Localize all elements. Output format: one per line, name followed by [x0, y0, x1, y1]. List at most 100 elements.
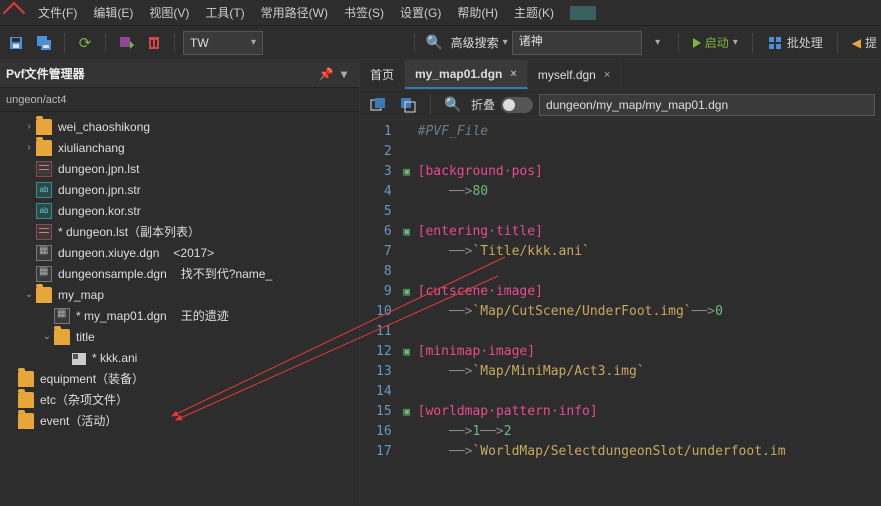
- menu-item[interactable]: 常用路径(W): [253, 0, 336, 25]
- refresh-button[interactable]: ⟳: [73, 31, 97, 55]
- search-icon[interactable]: 🔍: [423, 31, 447, 55]
- tree-node[interactable]: equipment（装备）: [0, 368, 359, 389]
- twisty-icon[interactable]: ⌄: [40, 331, 54, 342]
- code-line[interactable]: ▣[entering·title]: [402, 222, 881, 242]
- code-line[interactable]: [402, 202, 881, 222]
- code-line[interactable]: ▣[minimap·image]: [402, 342, 881, 362]
- file-tree[interactable]: › wei_chaoshikong ›xiulianchangdungeon.jpn…: [0, 112, 359, 506]
- panel-menu-icon[interactable]: ▾: [335, 65, 353, 83]
- code-line[interactable]: ──>`Title/kkk.ani`: [402, 242, 881, 262]
- menu-item[interactable]: 编辑(E): [85, 0, 141, 25]
- tree-node[interactable]: * kkk.ani: [0, 347, 359, 368]
- twisty-icon[interactable]: ›: [22, 121, 36, 132]
- pin-icon[interactable]: 📌: [317, 65, 335, 83]
- tree-node[interactable]: ⌄ my_map: [0, 284, 359, 305]
- code-line[interactable]: ──>`Map/CutScene/UnderFoot.img`──>0: [402, 302, 881, 322]
- batch-button[interactable]: 批处理: [761, 34, 829, 51]
- menu-item[interactable]: 视图(V): [141, 0, 197, 25]
- prompt-button[interactable]: ◀ 提: [846, 34, 877, 51]
- code-line[interactable]: ▣[background·pos]: [402, 162, 881, 182]
- code-line[interactable]: ──>`Map/MiniMap/Act3.img`: [402, 362, 881, 382]
- editor-tab[interactable]: 首页: [360, 60, 405, 89]
- fold-icon[interactable]: ▣: [402, 222, 412, 242]
- editor-area: 首页my_map01.dgn×myself.dgn× 🔍 折叠 dungeon/…: [360, 60, 881, 506]
- tree-node[interactable]: ›xiulianchang: [0, 137, 359, 158]
- folder-icon: [54, 329, 70, 345]
- file-manager-sidebar: Pvf文件管理器 📌 ▾ ungeon/act4 › wei_chaoshikon…: [0, 60, 360, 506]
- tree-node-label: title: [76, 330, 95, 344]
- editor-tool-1[interactable]: [366, 93, 390, 117]
- menu-item[interactable]: 设置(G): [392, 0, 449, 25]
- tree-node-extra: 找不到代?name_: [181, 265, 272, 282]
- tree-node-label: * kkk.ani: [92, 351, 137, 365]
- fold-icon[interactable]: ▣: [402, 162, 412, 182]
- editor-tab[interactable]: my_map01.dgn ×: [405, 60, 528, 89]
- breadcrumb[interactable]: ungeon/act4: [0, 88, 359, 112]
- search-label: 高级搜索: [451, 34, 499, 51]
- batch-icon: [767, 35, 783, 51]
- menu-bar: 文件(F)编辑(E)视图(V)工具(T)常用路径(W)书签(S)设置(G)帮助(…: [0, 0, 881, 26]
- code-line[interactable]: ──>`WorldMap/SelectdungeonSlot/underfoot…: [402, 442, 881, 462]
- fold-icon[interactable]: ▣: [402, 282, 412, 302]
- tree-node[interactable]: abdungeon.kor.str: [0, 200, 359, 221]
- search-mode-dropdown-icon[interactable]: ▾: [503, 37, 508, 48]
- tree-node[interactable]: etc（杂项文件）: [0, 389, 359, 410]
- tree-node[interactable]: abdungeon.jpn.str: [0, 179, 359, 200]
- editor-tab[interactable]: myself.dgn×: [528, 60, 621, 89]
- export-button[interactable]: [114, 31, 138, 55]
- code-line[interactable]: ──>1──>2: [402, 422, 881, 442]
- search-input[interactable]: 诸神: [512, 31, 642, 55]
- folder-icon: [18, 413, 34, 429]
- theme-color-swatch[interactable]: [570, 6, 596, 20]
- fold-icon[interactable]: ▣: [402, 402, 412, 422]
- str-icon: ab: [36, 182, 52, 198]
- tree-node-extra: <2017>: [173, 246, 214, 260]
- code-line[interactable]: [402, 322, 881, 342]
- close-tab-icon[interactable]: ×: [510, 68, 516, 80]
- save-all-button[interactable]: [32, 31, 56, 55]
- code-editor[interactable]: 1234567891011121314151617 #PVF_File▣[bac…: [360, 120, 881, 506]
- tree-node-label: my_map: [58, 288, 104, 302]
- fold-icon[interactable]: ▣: [402, 342, 412, 362]
- menu-item[interactable]: 工具(T): [197, 0, 252, 25]
- panel-title: Pvf文件管理器: [6, 65, 85, 82]
- editor-tool-2[interactable]: [396, 93, 420, 117]
- tree-node[interactable]: dungeonsample.dgn找不到代?name_: [0, 263, 359, 284]
- twisty-icon[interactable]: ›: [22, 142, 36, 153]
- delete-button[interactable]: [142, 31, 166, 55]
- menu-item[interactable]: 主题(K): [506, 0, 562, 25]
- tree-node[interactable]: › wei_chaoshikong: [0, 116, 359, 137]
- tree-node-label: dungeon.kor.str: [58, 204, 141, 218]
- tree-node[interactable]: event（活动）: [0, 410, 359, 431]
- tab-label: 首页: [370, 66, 394, 83]
- tab-label: my_map01.dgn: [415, 67, 502, 81]
- file-filter-combo[interactable]: TW: [183, 31, 263, 55]
- menu-item[interactable]: 书签(S): [336, 0, 392, 25]
- path-field[interactable]: dungeon/my_map/my_map01.dgn: [539, 94, 875, 116]
- launch-button[interactable]: 启动 ▾: [687, 31, 744, 55]
- save-button[interactable]: [4, 31, 28, 55]
- list-icon: [36, 161, 52, 177]
- tree-node[interactable]: dungeon.xiuye.dgn<2017>: [0, 242, 359, 263]
- menu-item[interactable]: 文件(F): [30, 0, 85, 25]
- tree-node[interactable]: ⌄ title: [0, 326, 359, 347]
- menu-item[interactable]: 帮助(H): [449, 0, 506, 25]
- tree-node-label: etc（杂项文件）: [40, 391, 128, 408]
- ani-icon: [72, 353, 86, 365]
- code-line[interactable]: [402, 262, 881, 282]
- code-line[interactable]: [402, 382, 881, 402]
- code-line[interactable]: [402, 142, 881, 162]
- find-icon[interactable]: 🔍: [441, 93, 465, 117]
- tree-node-label: wei_chaoshikong: [58, 120, 150, 134]
- close-tab-icon[interactable]: ×: [604, 69, 610, 81]
- tree-node[interactable]: * my_map01.dgn王的遗迹: [0, 305, 359, 326]
- code-line[interactable]: ▣[worldmap·pattern·info]: [402, 402, 881, 422]
- search-dropdown-icon[interactable]: ▾: [646, 31, 670, 55]
- code-line[interactable]: #PVF_File: [402, 122, 881, 142]
- fold-toggle[interactable]: [501, 97, 533, 113]
- twisty-icon[interactable]: ⌄: [22, 289, 36, 300]
- tree-node[interactable]: * dungeon.lst（副本列表）: [0, 221, 359, 242]
- code-line[interactable]: ──>80: [402, 182, 881, 202]
- code-line[interactable]: ▣[cutscene·image]: [402, 282, 881, 302]
- tree-node[interactable]: dungeon.jpn.lst: [0, 158, 359, 179]
